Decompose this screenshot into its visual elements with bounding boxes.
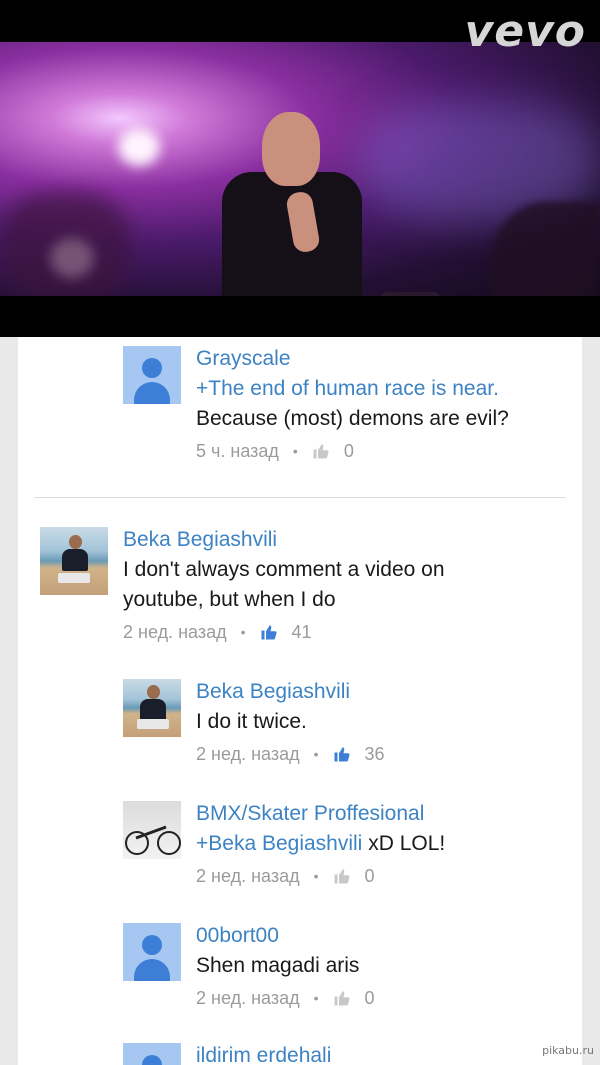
like-count: 0 [343,441,354,461]
comment-time: 2 нед. назад [196,744,300,764]
video-player[interactable]: vevo [0,0,600,337]
comment: Beka Begiashvili I don't always comment … [40,527,503,643]
comment-reply: Beka Begiashvili I do it twice. 2 нед. н… [123,679,385,765]
avatar[interactable] [40,527,108,595]
avatar[interactable] [123,801,181,859]
comment-text: I do it twice. [196,710,307,733]
thumbs-up-icon[interactable] [333,989,351,1007]
like-count: 0 [364,988,375,1008]
like-count: 0 [364,866,375,886]
avatar[interactable] [123,346,181,404]
comment-author[interactable]: Beka Begiashvili [196,679,385,705]
comment-author[interactable]: Beka Begiashvili [123,527,503,553]
thumbs-up-icon[interactable] [333,867,351,885]
comment-text: +Beka Begiashvili xD LOL! [196,832,446,855]
comment-meta: 2 нед. назад • 41 [123,622,312,642]
comment-text: +The end of human race is near. Because … [196,377,509,430]
mention-link[interactable]: +The end of human race is near. [196,377,499,400]
comment-reply: ildirim erdehali [123,1043,331,1065]
comment-meta: 2 нед. назад • 0 [196,988,375,1008]
like-count: 36 [364,744,385,764]
comment-meta: 5 ч. назад • 0 [196,441,354,461]
comment-reply: Grayscale +The end of human race is near… [123,346,509,462]
comment-time: 2 нед. назад [123,622,227,642]
comment-reply: BMX/Skater Proffesional +Beka Begiashvil… [123,801,445,887]
video-frame[interactable] [0,42,600,296]
avatar[interactable] [123,923,181,981]
thumbs-up-icon[interactable] [260,623,278,641]
comment-author[interactable]: BMX/Skater Proffesional [196,801,445,827]
avatar[interactable] [123,1043,181,1065]
comment-text: Shen magadi aris [196,954,360,977]
vevo-logo: vevo [464,6,586,57]
comment-author[interactable]: 00bort00 [196,923,375,949]
thumbs-up-icon[interactable] [312,442,330,460]
watermark: pikabu.ru [542,1044,594,1057]
comment-meta: 2 нед. назад • 0 [196,866,375,886]
comment-author[interactable]: ildirim erdehali [196,1043,331,1065]
mention-link[interactable]: +Beka Begiashvili [196,832,362,855]
comment-time: 2 нед. назад [196,988,300,1008]
comments-panel: Grayscale +The end of human race is near… [18,337,582,1065]
comment-meta: 2 нед. назад • 36 [196,744,385,764]
thumbs-up-icon[interactable] [333,745,351,763]
comment-reply: 00bort00 Shen magadi aris 2 нед. назад •… [123,923,375,1009]
comment-time: 2 нед. назад [196,866,300,886]
comment-text: I don't always comment a video on youtub… [123,558,445,611]
comment-author[interactable]: Grayscale [196,346,509,372]
divider [34,497,566,498]
avatar[interactable] [123,679,181,737]
like-count: 41 [291,622,312,642]
comment-time: 5 ч. назад [196,441,279,461]
